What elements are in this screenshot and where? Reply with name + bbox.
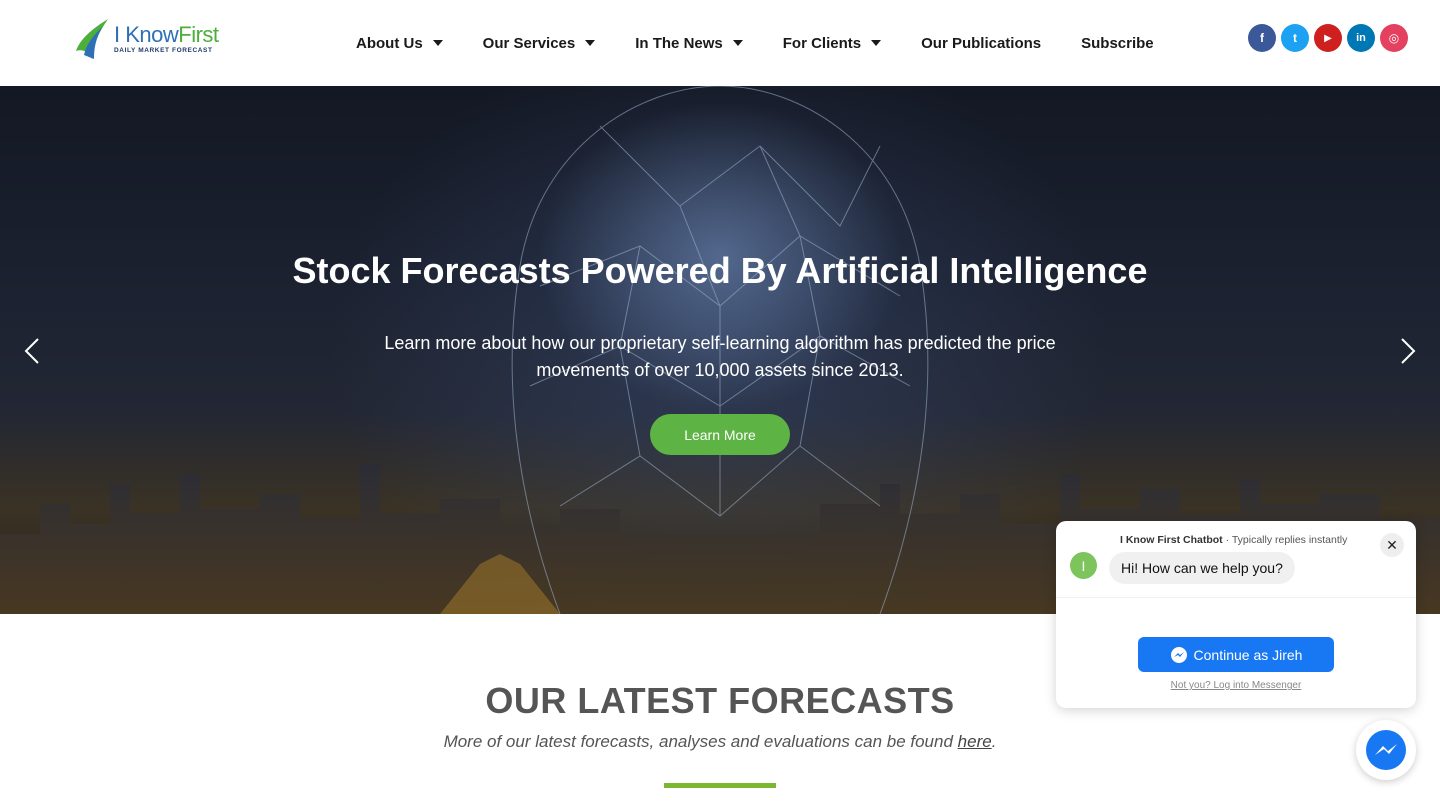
logo-subtitle: DAILY MARKET FORECAST <box>114 46 213 54</box>
main-nav: About Us Our Services In The News For Cl… <box>356 0 1194 86</box>
caret-down-icon <box>732 40 743 46</box>
messenger-icon <box>1170 646 1187 663</box>
logo[interactable]: I KnowFirst DAILY MARKET FORECAST <box>72 14 222 64</box>
continue-as-button[interactable]: Continue as Jireh <box>1138 637 1334 672</box>
continue-as-label: Continue as Jireh <box>1193 646 1303 663</box>
section-subtitle-end: . <box>991 732 997 751</box>
site-header: I KnowFirst DAILY MARKET FORECAST About … <box>0 0 1440 86</box>
instagram-icon[interactable]: ◎ <box>1380 24 1408 52</box>
section-subtitle-text: More of our latest forecasts, analyses a… <box>443 732 958 751</box>
nav-label: Our Publications <box>921 34 1042 52</box>
nav-item-in-the-news[interactable]: In The News <box>635 35 743 52</box>
chatbot-popup: I Know First Chatbot · Typically replies… <box>1056 521 1416 708</box>
nav-label: For Clients <box>782 34 862 52</box>
twitter-icon[interactable]: t <box>1281 24 1309 52</box>
nav-item-about-us[interactable]: About Us <box>356 35 443 52</box>
logo-title-b: First <box>178 21 219 47</box>
youtube-icon[interactable]: ▶ <box>1314 24 1342 52</box>
chat-status: · Typically replies instantly <box>1222 534 1348 546</box>
linkedin-glyph: in <box>1356 32 1366 44</box>
messenger-icon[interactable] <box>1356 720 1416 780</box>
facebook-icon[interactable]: f <box>1248 24 1276 52</box>
nav-label: Our Services <box>482 34 576 52</box>
nav-label: Subscribe <box>1081 34 1154 52</box>
section-divider <box>664 783 776 788</box>
chat-divider <box>1056 597 1416 598</box>
section-subtitle: More of our latest forecasts, analyses a… <box>0 732 1440 752</box>
chat-header: I Know First Chatbot · Typically replies… <box>1120 534 1347 546</box>
youtube-glyph: ▶ <box>1324 32 1332 44</box>
learn-more-button[interactable]: Learn More <box>650 414 790 455</box>
nav-item-our-services[interactable]: Our Services <box>483 35 596 52</box>
nav-item-subscribe[interactable]: Subscribe <box>1081 35 1154 52</box>
chevron-left-icon[interactable] <box>18 336 48 366</box>
linkedin-icon[interactable]: in <box>1347 24 1375 52</box>
logo-mark-icon <box>72 15 112 63</box>
hero-subtitle: Learn more about how our proprietary sel… <box>384 333 1056 380</box>
hero-title: Stock Forecasts Powered By Artificial In… <box>292 250 1148 291</box>
facebook-glyph: f <box>1260 31 1264 45</box>
social-links: f t ▶ in ◎ <box>1243 24 1408 52</box>
nav-item-for-clients[interactable]: For Clients <box>782 34 882 52</box>
nav-item-our-publications[interactable]: Our Publications <box>921 35 1041 52</box>
caret-down-icon <box>432 40 443 46</box>
here-link[interactable]: here <box>958 732 992 751</box>
logo-title-a: I Know <box>114 21 179 47</box>
caret-down-icon <box>585 40 596 46</box>
nav-label: In The News <box>635 34 723 52</box>
instagram-glyph: ◎ <box>1388 31 1400 45</box>
nav-label: About Us <box>356 34 423 52</box>
chat-message: Hi! How can we help you? <box>1109 552 1295 584</box>
chevron-right-icon[interactable] <box>1392 336 1422 366</box>
chat-bot-name: I Know First Chatbot <box>1120 534 1223 546</box>
logo-text: I KnowFirst DAILY MARKET FORECAST <box>114 21 219 55</box>
close-icon[interactable]: ✕ <box>1380 533 1404 557</box>
chat-avatar: I <box>1070 552 1097 579</box>
caret-down-icon <box>871 40 882 46</box>
log-into-messenger-link[interactable]: Not you? Log into Messenger <box>1056 680 1416 691</box>
twitter-glyph: t <box>1293 31 1297 45</box>
